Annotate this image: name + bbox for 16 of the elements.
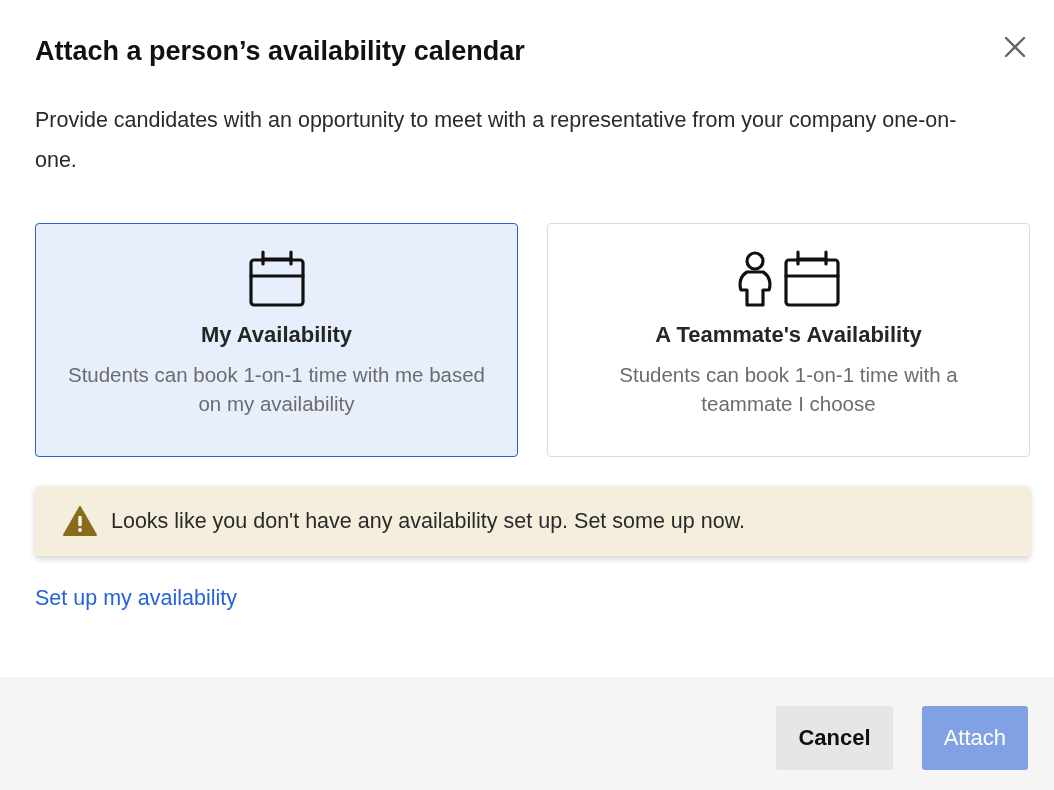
option-title: A Teammate's Availability bbox=[655, 322, 922, 348]
calendar-icon bbox=[782, 250, 841, 308]
close-icon bbox=[1004, 36, 1026, 58]
availability-option-card[interactable]: A Teammate's Availability Students can book 1-on-1 time with a teammate I choose bbox=[547, 223, 1030, 457]
warning-text: Looks like you don't have any availability set up. Set some up now. bbox=[111, 508, 745, 534]
setup-availability-link[interactable]: Set up my availability bbox=[35, 586, 237, 611]
cancel-button[interactable]: Cancel bbox=[776, 706, 893, 770]
option-title: My Availability bbox=[200, 322, 353, 348]
calendar-icon bbox=[247, 250, 306, 308]
option-description: Students can book 1-on-1 time with me based on my availability bbox=[66, 362, 487, 417]
dialog-title: Attach a person’s availability calendar bbox=[35, 35, 525, 68]
availability-option-card[interactable]: My Availability Students can book 1-on-1 time with me based on my availability bbox=[35, 223, 518, 457]
dialog-description: Provide candidates with an opportunity to meet with a representative from your company one-on-one. bbox=[35, 107, 958, 174]
option-description: Students can book 1-on-1 time with a teammate I choose bbox=[618, 362, 959, 417]
warning-icon bbox=[63, 506, 97, 536]
person-icon bbox=[736, 250, 773, 308]
